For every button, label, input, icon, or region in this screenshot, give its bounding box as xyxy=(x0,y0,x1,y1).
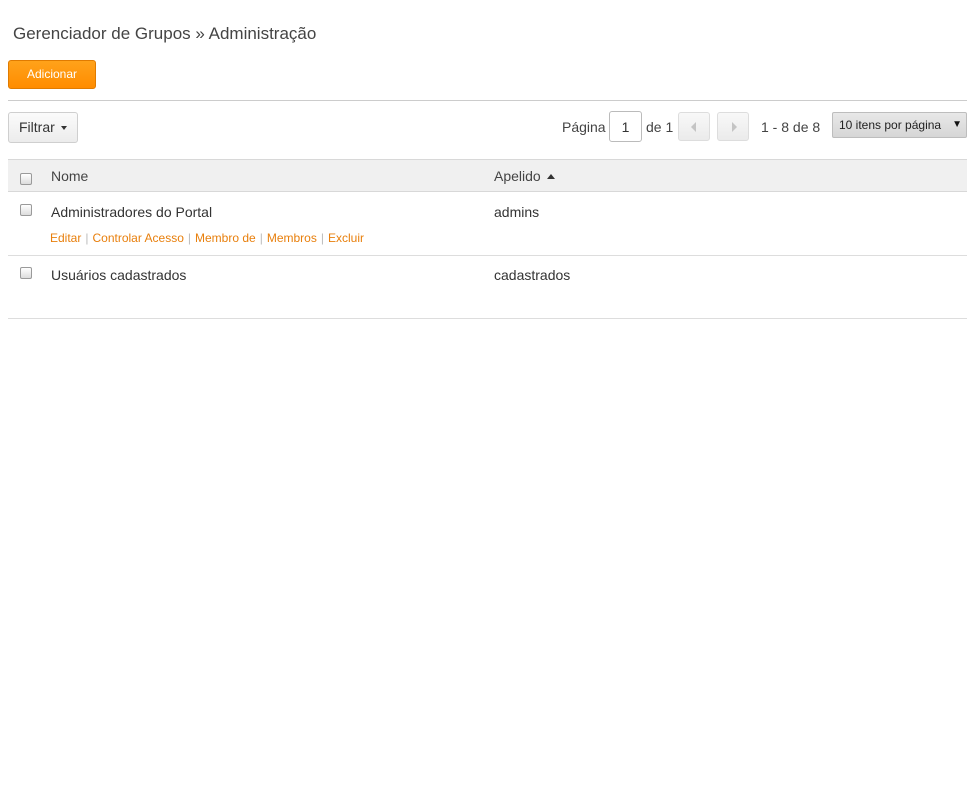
chevron-left-icon xyxy=(691,122,696,132)
page-total-label: de 1 xyxy=(646,119,674,135)
separator: | xyxy=(320,231,324,245)
members-link[interactable]: Membros xyxy=(267,231,317,245)
group-alias: cadastrados xyxy=(494,267,571,283)
caret-down-icon xyxy=(61,126,67,130)
group-name[interactable]: Usuários cadastrados xyxy=(51,267,186,283)
chevron-right-icon xyxy=(732,122,737,132)
page-number-input[interactable] xyxy=(609,111,642,142)
column-header-nome[interactable]: Nome xyxy=(51,168,88,184)
delete-link[interactable]: Excluir xyxy=(328,231,364,245)
row-checkbox[interactable] xyxy=(20,204,32,216)
separator: | xyxy=(259,231,263,245)
edit-link[interactable]: Editar xyxy=(50,231,81,245)
row-divider xyxy=(8,255,967,256)
divider xyxy=(8,100,967,101)
page: Gerenciador de Grupos » Administração Ad… xyxy=(0,0,975,801)
row-actions: Editar | Controlar Acesso | Membro de | Membro… xyxy=(50,231,364,245)
select-all-checkbox[interactable] xyxy=(20,173,32,185)
results-range: 1 - 8 de 8 xyxy=(761,119,821,135)
next-page-button[interactable] xyxy=(717,112,749,141)
filter-button-label: Filtrar xyxy=(19,119,55,135)
access-control-link[interactable]: Controlar Acesso xyxy=(92,231,183,245)
separator: | xyxy=(85,231,89,245)
add-button[interactable]: Adicionar xyxy=(8,60,96,89)
table-bottom-divider xyxy=(8,318,967,319)
row-checkbox[interactable] xyxy=(20,267,32,279)
items-per-page-value: 10 itens por página xyxy=(839,118,942,132)
page-label: Página xyxy=(562,119,606,135)
dropdown-arrow-icon: ▼ xyxy=(952,119,962,130)
member-of-link[interactable]: Membro de xyxy=(195,231,256,245)
table-header: Nome Apelido xyxy=(8,159,967,192)
column-header-apelido-label: Apelido xyxy=(494,168,541,184)
column-header-apelido[interactable]: Apelido xyxy=(494,168,555,184)
separator: | xyxy=(187,231,191,245)
breadcrumb: Gerenciador de Grupos » Administração xyxy=(13,24,317,43)
items-per-page-select[interactable]: 10 itens por página ▼ xyxy=(832,112,967,138)
filter-button[interactable]: Filtrar xyxy=(8,112,78,143)
sort-ascending-icon xyxy=(546,174,555,179)
group-alias: admins xyxy=(494,204,540,220)
previous-page-button[interactable] xyxy=(678,112,710,141)
group-name[interactable]: Administradores do Portal xyxy=(51,204,212,220)
